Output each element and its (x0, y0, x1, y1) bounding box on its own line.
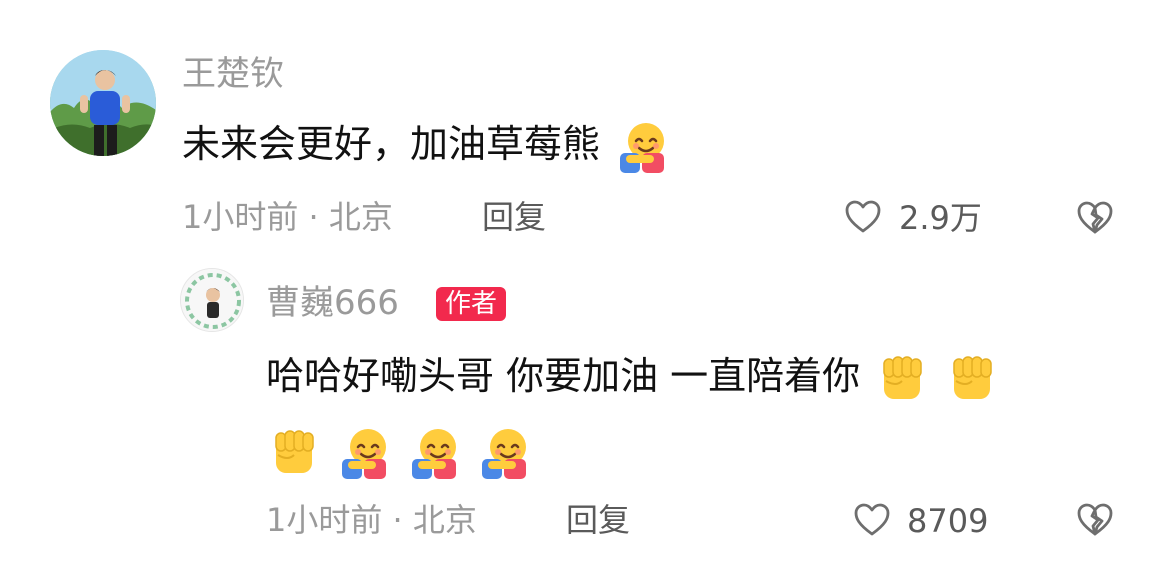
comment-like-button[interactable] (843, 197, 883, 237)
reply-text-line-1: 哈哈好嘞头哥 你要加油 一直陪着你 (266, 344, 1000, 408)
raised-fist-emoji-icon (266, 428, 334, 473)
hugging-face-emoji-icon (476, 428, 532, 479)
raised-fist-emoji-icon (944, 354, 1000, 399)
comment-username[interactable]: 王楚钦 (182, 54, 284, 94)
comment-text: 未来会更好，加油草莓熊 (182, 112, 670, 176)
reply-username[interactable]: 曹巍666 (266, 283, 399, 323)
comment-text-content: 未来会更好，加油草莓熊 (182, 122, 601, 166)
reply-like-button[interactable] (852, 500, 892, 540)
author-badge: 作者 (436, 287, 507, 321)
reply-reply-button[interactable]: 回复 (566, 500, 630, 540)
comment-dislike-button[interactable] (1074, 197, 1116, 239)
heart-icon[interactable] (843, 200, 883, 241)
broken-heart-icon[interactable] (1074, 503, 1116, 545)
hugging-face-emoji-icon (336, 428, 404, 479)
avatar[interactable] (50, 50, 156, 156)
comment-time-location: 1小时前 · 北京 (182, 198, 393, 236)
reply-text-content: 哈哈好嘞头哥 你要加油 一直陪着你 (266, 354, 861, 398)
reply-like-count: 8709 (907, 502, 989, 540)
comment-like-count: 2.9万 (899, 199, 982, 237)
reply-avatar[interactable] (180, 268, 244, 332)
raised-fist-emoji-icon (862, 354, 942, 399)
hugging-face-emoji-icon (406, 428, 474, 479)
broken-heart-icon[interactable] (1074, 201, 1116, 243)
heart-icon[interactable] (852, 503, 892, 544)
comment-reply-button[interactable]: 回复 (482, 197, 546, 237)
reply-time-location: 1小时前 · 北京 (266, 501, 477, 539)
reply-text-line-2 (266, 418, 532, 482)
reply-dislike-button[interactable] (1074, 499, 1116, 541)
hugging-face-emoji-icon (602, 122, 670, 173)
